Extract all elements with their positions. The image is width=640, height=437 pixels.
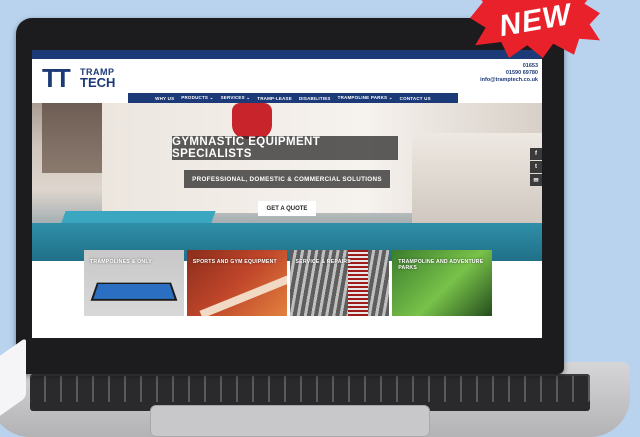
category-cards: TRAMPOLINES & ONLY SPORTS AND GYM EQUIPM… xyxy=(84,250,492,316)
header-contact: 01653 01590 69780 info@tramptech.co.uk xyxy=(480,63,538,84)
card-label: SERVICE & REPAIRS xyxy=(295,259,351,265)
card-service-repairs[interactable]: SERVICE & REPAIRS xyxy=(289,250,390,316)
card-trampolines[interactable]: TRAMPOLINES & ONLY xyxy=(84,250,184,316)
social-bar: f t ✉ xyxy=(530,148,542,186)
site-top-bar xyxy=(32,50,542,59)
card-trampoline-adventure-parks[interactable]: TRAMPOLINE AND ADVENTURE PARKS xyxy=(392,250,492,316)
laptop-trackpad xyxy=(150,405,430,437)
card-label: SPORTS AND GYM EQUIPMENT xyxy=(192,259,277,265)
hero-right-wall xyxy=(412,133,542,233)
nav-tramp-lease[interactable]: TRAMP-LEASE xyxy=(257,96,292,101)
nav-services[interactable]: SERVICES ⌄ xyxy=(221,95,251,101)
contact-phone-2[interactable]: 01590 69780 xyxy=(480,70,538,77)
hero-gymnast xyxy=(232,103,272,139)
nav-trampoline-parks[interactable]: TRAMPOLINE PARKS ⌄ xyxy=(338,95,393,101)
facebook-icon[interactable]: f xyxy=(530,148,542,160)
contact-email[interactable]: info@tramptech.co.uk xyxy=(480,77,538,84)
laptop-screen: TT TRAMP TECH 01653 01590 69780 info@tra… xyxy=(32,50,542,338)
card-sports-gym-equipment[interactable]: SPORTS AND GYM EQUIPMENT xyxy=(186,250,287,316)
nav-why-us[interactable]: WHY US xyxy=(155,96,174,101)
card-label: TRAMPOLINES & ONLY xyxy=(90,259,152,265)
twitter-icon[interactable]: t xyxy=(530,161,542,173)
nav-disabilities[interactable]: DISABILITIES xyxy=(299,96,331,101)
hero-window xyxy=(42,103,102,173)
card-label: TRAMPOLINE AND ADVENTURE PARKS xyxy=(398,259,484,271)
hero-subtitle: PROFESSIONAL, DOMESTIC & COMMERCIAL SOLU… xyxy=(184,170,390,188)
hero-title: GYMNASTIC EQUIPMENT SPECIALISTS xyxy=(172,136,398,160)
trampoline-image xyxy=(90,282,178,301)
new-badge-label: NEW xyxy=(496,0,574,44)
nav-contact-us[interactable]: CONTACT US xyxy=(400,96,431,101)
site-logo[interactable]: TT TRAMP TECH xyxy=(42,64,142,92)
page-footer-strip xyxy=(32,316,542,338)
laptop-keyboard xyxy=(30,376,590,402)
logo-mark: TT xyxy=(42,63,71,93)
site-header: TT TRAMP TECH 01653 01590 69780 info@tra… xyxy=(32,59,542,93)
nav-products[interactable]: PRODUCTS ⌄ xyxy=(181,95,213,101)
beam-image xyxy=(199,269,287,316)
main-nav: WHY US PRODUCTS ⌄ SERVICES ⌄ TRAMP-LEASE… xyxy=(128,93,458,103)
contact-phone-1[interactable]: 01653 xyxy=(480,63,538,70)
logo-text-tech: TECH xyxy=(80,75,116,90)
email-icon[interactable]: ✉ xyxy=(530,174,542,186)
get-a-quote-button[interactable]: GET A QUOTE xyxy=(258,201,316,216)
scene: TT TRAMP TECH 01653 01590 69780 info@tra… xyxy=(0,0,640,437)
